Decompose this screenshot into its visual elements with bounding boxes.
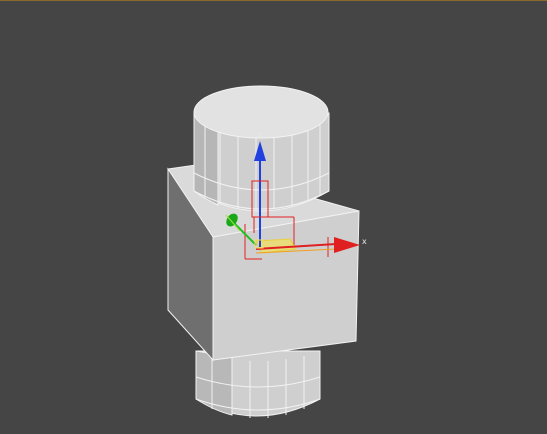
- x-axis-label: x: [362, 237, 367, 246]
- scene-canvas[interactable]: x z: [0, 1, 547, 434]
- perspective-viewport[interactable]: x z: [0, 0, 547, 434]
- box-front-face: [212, 210, 360, 361]
- bottom-cylinder[interactable]: [195, 350, 321, 418]
- bottom-cylinder-shade: [195, 350, 233, 416]
- z-axis-label: z: [257, 130, 261, 139]
